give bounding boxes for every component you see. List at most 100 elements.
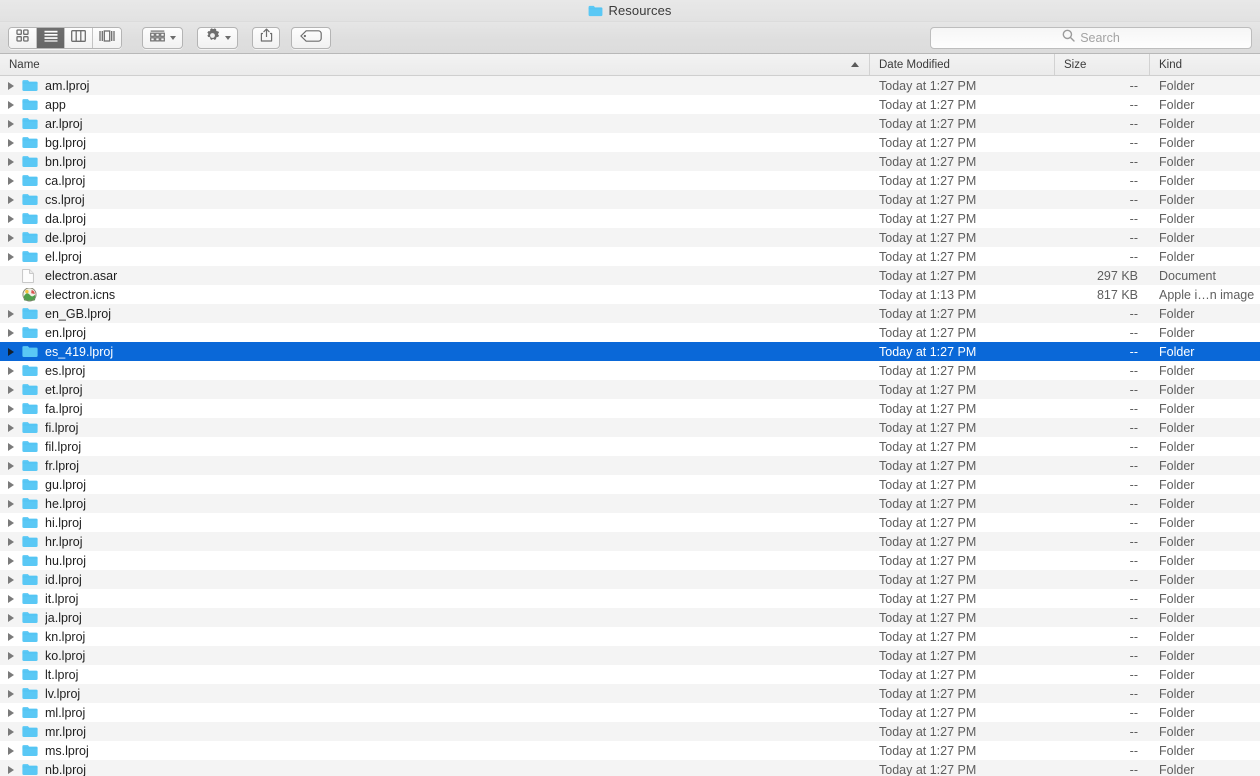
tags-button[interactable] bbox=[291, 26, 331, 49]
gallery-view-button[interactable] bbox=[93, 27, 121, 48]
disclosure-triangle-icon[interactable] bbox=[8, 366, 22, 375]
table-row[interactable]: cs.lproj Today at 1:27 PM -- Folder bbox=[0, 190, 1260, 209]
column-header-date-modified[interactable]: Date Modified bbox=[870, 54, 1055, 75]
cell-date-modified: Today at 1:27 PM bbox=[879, 667, 977, 682]
table-row[interactable]: en_GB.lproj Today at 1:27 PM -- Folder bbox=[0, 304, 1260, 323]
table-row[interactable]: de.lproj Today at 1:27 PM -- Folder bbox=[0, 228, 1260, 247]
table-row[interactable]: ca.lproj Today at 1:27 PM -- Folder bbox=[0, 171, 1260, 190]
column-header-name[interactable]: Name bbox=[0, 54, 870, 75]
disclosure-triangle-icon[interactable] bbox=[8, 689, 22, 698]
table-row[interactable]: am.lproj Today at 1:27 PM -- Folder bbox=[0, 76, 1260, 95]
table-row[interactable]: es.lproj Today at 1:27 PM -- Folder bbox=[0, 361, 1260, 380]
search-field[interactable]: Search bbox=[930, 27, 1252, 49]
table-row[interactable]: hu.lproj Today at 1:27 PM -- Folder bbox=[0, 551, 1260, 570]
disclosure-triangle-icon[interactable] bbox=[8, 442, 22, 451]
disclosure-triangle-icon[interactable] bbox=[8, 480, 22, 489]
table-row[interactable]: ar.lproj Today at 1:27 PM -- Folder bbox=[0, 114, 1260, 133]
disclosure-triangle-icon[interactable] bbox=[8, 100, 22, 109]
table-row[interactable]: gu.lproj Today at 1:27 PM -- Folder bbox=[0, 475, 1260, 494]
disclosure-triangle-icon[interactable] bbox=[8, 499, 22, 508]
table-row[interactable]: ja.lproj Today at 1:27 PM -- Folder bbox=[0, 608, 1260, 627]
disclosure-triangle-icon[interactable] bbox=[8, 537, 22, 546]
cell-size: -- bbox=[1129, 705, 1138, 720]
disclosure-triangle-icon[interactable] bbox=[8, 328, 22, 337]
table-row[interactable]: app Today at 1:27 PM -- Folder bbox=[0, 95, 1260, 114]
table-row[interactable]: electron.icns Today at 1:13 PM 817 KB Apple… bbox=[0, 285, 1260, 304]
folder-icon bbox=[22, 402, 39, 416]
disclosure-triangle-icon[interactable] bbox=[8, 632, 22, 641]
table-row[interactable]: bg.lproj Today at 1:27 PM -- Folder bbox=[0, 133, 1260, 152]
table-row[interactable]: lv.lproj Today at 1:27 PM -- Folder bbox=[0, 684, 1260, 703]
disclosure-triangle-icon[interactable] bbox=[8, 233, 22, 242]
cell-date-modified: Today at 1:27 PM bbox=[879, 230, 977, 245]
file-name-label: bn.lproj bbox=[45, 154, 86, 169]
table-row[interactable]: id.lproj Today at 1:27 PM -- Folder bbox=[0, 570, 1260, 589]
disclosure-triangle-icon[interactable] bbox=[8, 461, 22, 470]
cell-kind: Folder bbox=[1159, 553, 1195, 568]
table-row[interactable]: hi.lproj Today at 1:27 PM -- Folder bbox=[0, 513, 1260, 532]
table-row[interactable]: bn.lproj Today at 1:27 PM -- Folder bbox=[0, 152, 1260, 171]
table-row[interactable]: el.lproj Today at 1:27 PM -- Folder bbox=[0, 247, 1260, 266]
table-row[interactable]: nb.lproj Today at 1:27 PM -- Folder bbox=[0, 760, 1260, 776]
disclosure-triangle-icon[interactable] bbox=[8, 252, 22, 261]
disclosure-triangle-icon[interactable] bbox=[8, 119, 22, 128]
table-row[interactable]: fil.lproj Today at 1:27 PM -- Folder bbox=[0, 437, 1260, 456]
table-row[interactable]: es_419.lproj Today at 1:27 PM -- Folder bbox=[0, 342, 1260, 361]
list-view-button[interactable] bbox=[37, 27, 65, 48]
disclosure-triangle-icon[interactable] bbox=[8, 727, 22, 736]
search-input[interactable]: Search bbox=[1080, 31, 1120, 45]
table-row[interactable]: mr.lproj Today at 1:27 PM -- Folder bbox=[0, 722, 1260, 741]
disclosure-triangle-icon[interactable] bbox=[8, 575, 22, 584]
cell-kind: Folder bbox=[1159, 439, 1195, 454]
disclosure-triangle-icon[interactable] bbox=[8, 594, 22, 603]
table-row[interactable]: he.lproj Today at 1:27 PM -- Folder bbox=[0, 494, 1260, 513]
table-row[interactable]: fr.lproj Today at 1:27 PM -- Folder bbox=[0, 456, 1260, 475]
disclosure-triangle-icon[interactable] bbox=[8, 765, 22, 774]
disclosure-triangle-icon[interactable] bbox=[8, 404, 22, 413]
disclosure-triangle-icon[interactable] bbox=[8, 385, 22, 394]
arrange-button[interactable] bbox=[142, 26, 183, 49]
cell-kind: Folder bbox=[1159, 686, 1195, 701]
view-mode-segmented-control[interactable] bbox=[8, 26, 122, 49]
cell-kind: Folder bbox=[1159, 306, 1195, 321]
file-name-label: hu.lproj bbox=[45, 553, 86, 568]
disclosure-triangle-icon[interactable] bbox=[8, 347, 22, 356]
table-row[interactable]: da.lproj Today at 1:27 PM -- Folder bbox=[0, 209, 1260, 228]
table-row[interactable]: it.lproj Today at 1:27 PM -- Folder bbox=[0, 589, 1260, 608]
table-row[interactable]: fa.lproj Today at 1:27 PM -- Folder bbox=[0, 399, 1260, 418]
disclosure-triangle-icon[interactable] bbox=[8, 518, 22, 527]
disclosure-triangle-icon[interactable] bbox=[8, 157, 22, 166]
column-header-kind[interactable]: Kind bbox=[1150, 54, 1260, 75]
disclosure-triangle-icon[interactable] bbox=[8, 670, 22, 679]
table-row[interactable]: electron.asar Today at 1:27 PM 297 KB Docum… bbox=[0, 266, 1260, 285]
share-button[interactable] bbox=[252, 26, 280, 49]
disclosure-triangle-icon[interactable] bbox=[8, 309, 22, 318]
icon-view-button[interactable] bbox=[9, 27, 37, 48]
disclosure-triangle-icon[interactable] bbox=[8, 556, 22, 565]
table-row[interactable]: fi.lproj Today at 1:27 PM -- Folder bbox=[0, 418, 1260, 437]
disclosure-triangle-icon[interactable] bbox=[8, 651, 22, 660]
file-list[interactable]: am.lproj Today at 1:27 PM -- Folder app Today… bbox=[0, 76, 1260, 776]
table-row[interactable]: ko.lproj Today at 1:27 PM -- Folder bbox=[0, 646, 1260, 665]
table-row[interactable]: en.lproj Today at 1:27 PM -- Folder bbox=[0, 323, 1260, 342]
disclosure-triangle-icon[interactable] bbox=[8, 214, 22, 223]
table-row[interactable]: kn.lproj Today at 1:27 PM -- Folder bbox=[0, 627, 1260, 646]
action-menu-button[interactable] bbox=[197, 26, 238, 49]
file-name-label: mr.lproj bbox=[45, 724, 86, 739]
disclosure-triangle-icon[interactable] bbox=[8, 613, 22, 622]
disclosure-triangle-icon[interactable] bbox=[8, 423, 22, 432]
column-header-size[interactable]: Size bbox=[1055, 54, 1150, 75]
table-row[interactable]: ms.lproj Today at 1:27 PM -- Folder bbox=[0, 741, 1260, 760]
table-row[interactable]: et.lproj Today at 1:27 PM -- Folder bbox=[0, 380, 1260, 399]
folder-icon bbox=[22, 155, 39, 169]
disclosure-triangle-icon[interactable] bbox=[8, 708, 22, 717]
disclosure-triangle-icon[interactable] bbox=[8, 195, 22, 204]
table-row[interactable]: hr.lproj Today at 1:27 PM -- Folder bbox=[0, 532, 1260, 551]
disclosure-triangle-icon[interactable] bbox=[8, 138, 22, 147]
disclosure-triangle-icon[interactable] bbox=[8, 81, 22, 90]
table-row[interactable]: lt.lproj Today at 1:27 PM -- Folder bbox=[0, 665, 1260, 684]
table-row[interactable]: ml.lproj Today at 1:27 PM -- Folder bbox=[0, 703, 1260, 722]
column-view-button[interactable] bbox=[65, 27, 93, 48]
disclosure-triangle-icon[interactable] bbox=[8, 176, 22, 185]
disclosure-triangle-icon[interactable] bbox=[8, 746, 22, 755]
